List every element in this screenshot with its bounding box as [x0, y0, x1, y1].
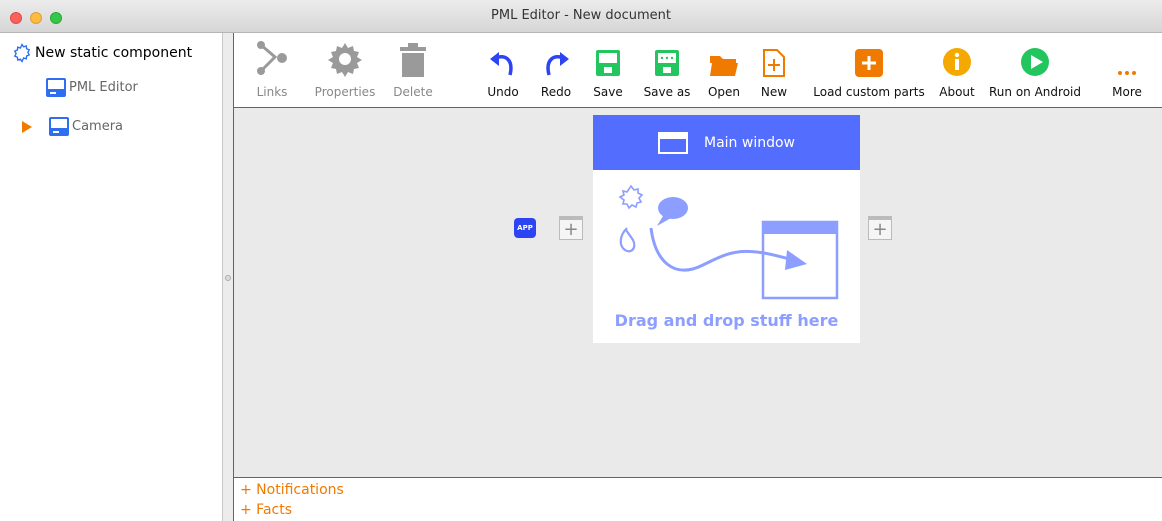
properties-button[interactable]: Properties	[314, 33, 376, 108]
tree-item-label: New static component	[35, 45, 193, 61]
window-icon	[46, 78, 66, 97]
drop-illustration	[618, 184, 839, 300]
trash-icon	[400, 43, 426, 77]
save-as-button[interactable]: Save as	[639, 33, 695, 108]
arrow-curve	[649, 227, 794, 272]
open-button[interactable]: Open	[704, 33, 744, 108]
split-pane-divider[interactable]	[223, 33, 233, 521]
delete-button[interactable]: Delete	[392, 33, 434, 108]
new-button[interactable]: New	[759, 33, 789, 108]
editor-canvas[interactable]: APP + Main window Drag and drop stuff he…	[233, 108, 1162, 477]
notifications-toggle[interactable]: + Notifications	[240, 482, 344, 498]
more-button[interactable]: More	[1110, 33, 1144, 108]
plus-icon: +	[563, 218, 579, 240]
component-tree: New static component PML Editor Camera	[0, 33, 223, 521]
arrow-head-icon	[785, 250, 807, 270]
window-icon	[658, 131, 688, 154]
redo-button[interactable]: Redo	[539, 33, 573, 108]
about-button[interactable]: About	[936, 33, 978, 108]
splitter-handle[interactable]	[225, 275, 231, 281]
toolbar: Links Properties Delete Undo Redo Save S…	[233, 33, 1162, 108]
play-icon	[1021, 48, 1049, 76]
tree-item-new-static-component[interactable]: New static component	[12, 43, 192, 63]
add-left-slot-button[interactable]: +	[559, 216, 583, 240]
undo-icon	[490, 52, 513, 76]
window-title: PML Editor - New document	[491, 8, 671, 23]
paperclip-icon	[619, 227, 636, 253]
gear-outline-icon	[13, 43, 31, 63]
gear-outline-icon	[618, 184, 644, 210]
bottom-panel: + Notifications + Facts	[233, 477, 1162, 521]
links-icon	[257, 41, 287, 75]
new-file-icon	[763, 49, 785, 77]
links-button[interactable]: Links	[254, 33, 290, 108]
save-icon	[596, 50, 620, 76]
redo-icon	[546, 52, 569, 76]
tree-item-camera[interactable]: Camera	[22, 117, 123, 136]
folder-icon	[710, 56, 738, 76]
main-window-title: Main window	[704, 134, 795, 151]
save-as-icon	[655, 50, 679, 76]
speech-bubble-icon	[658, 197, 688, 219]
title-bar: PML Editor - New document	[0, 0, 1162, 33]
undo-button[interactable]: Undo	[486, 33, 520, 108]
gear-icon	[328, 43, 362, 77]
triangle-right-icon[interactable]	[22, 120, 32, 133]
plus-box-icon	[855, 49, 883, 77]
plus-icon: +	[872, 218, 888, 240]
save-button[interactable]: Save	[591, 33, 625, 108]
main-window-header[interactable]: Main window	[593, 115, 860, 170]
facts-toggle[interactable]: + Facts	[240, 502, 292, 518]
tree-item-pml-editor[interactable]: PML Editor	[46, 78, 138, 97]
tree-item-label: PML Editor	[69, 80, 138, 95]
run-on-android-button[interactable]: Run on Android	[980, 33, 1090, 108]
drop-hint: Drag and drop stuff here	[614, 311, 839, 330]
load-custom-parts-button[interactable]: Load custom parts	[804, 33, 934, 108]
app-badge[interactable]: APP	[514, 218, 536, 238]
window-icon	[49, 117, 69, 136]
info-icon	[943, 48, 971, 76]
more-icon	[1118, 71, 1136, 75]
main-window-card[interactable]: Main window Drag and drop stuff here	[593, 115, 860, 343]
tree-item-label: Camera	[72, 119, 124, 134]
add-right-slot-button[interactable]: +	[868, 216, 892, 240]
